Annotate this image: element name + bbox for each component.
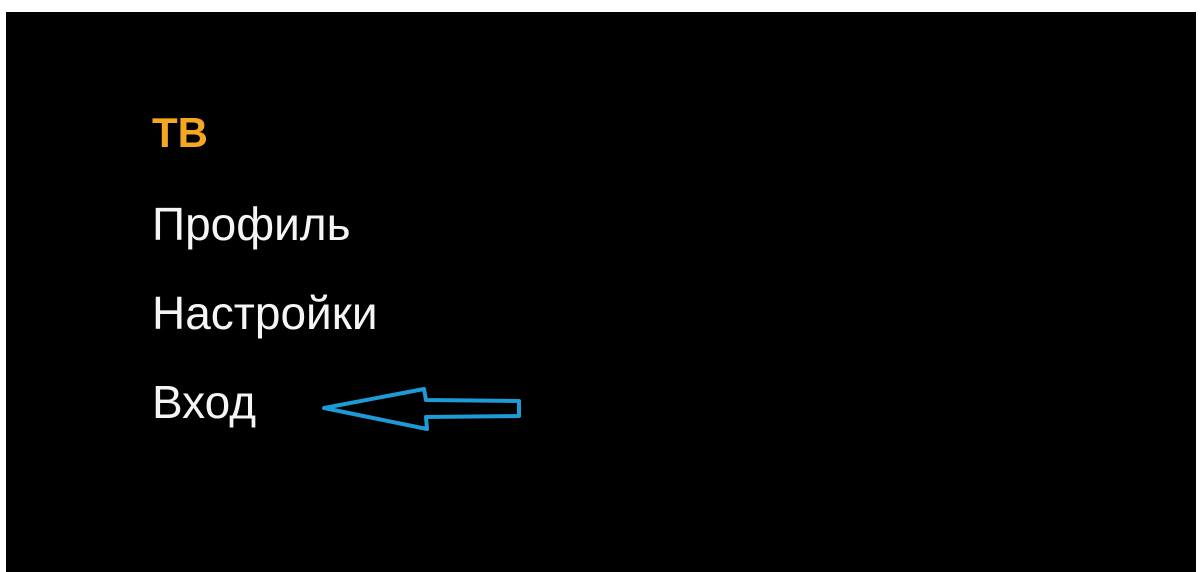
arrow-outline (322, 387, 521, 431)
menu-item-tv[interactable]: ТВ (152, 112, 208, 154)
menu-item-settings[interactable]: Настройки (152, 290, 378, 336)
left-arrow-icon (322, 387, 521, 431)
menu-item-profile[interactable]: Профиль (152, 201, 351, 247)
main-menu: ТВ Профиль Настройки Вход (152, 12, 552, 572)
menu-item-login[interactable]: Вход (152, 379, 256, 425)
tv-screen: ТВ Профиль Настройки Вход (6, 12, 1196, 572)
